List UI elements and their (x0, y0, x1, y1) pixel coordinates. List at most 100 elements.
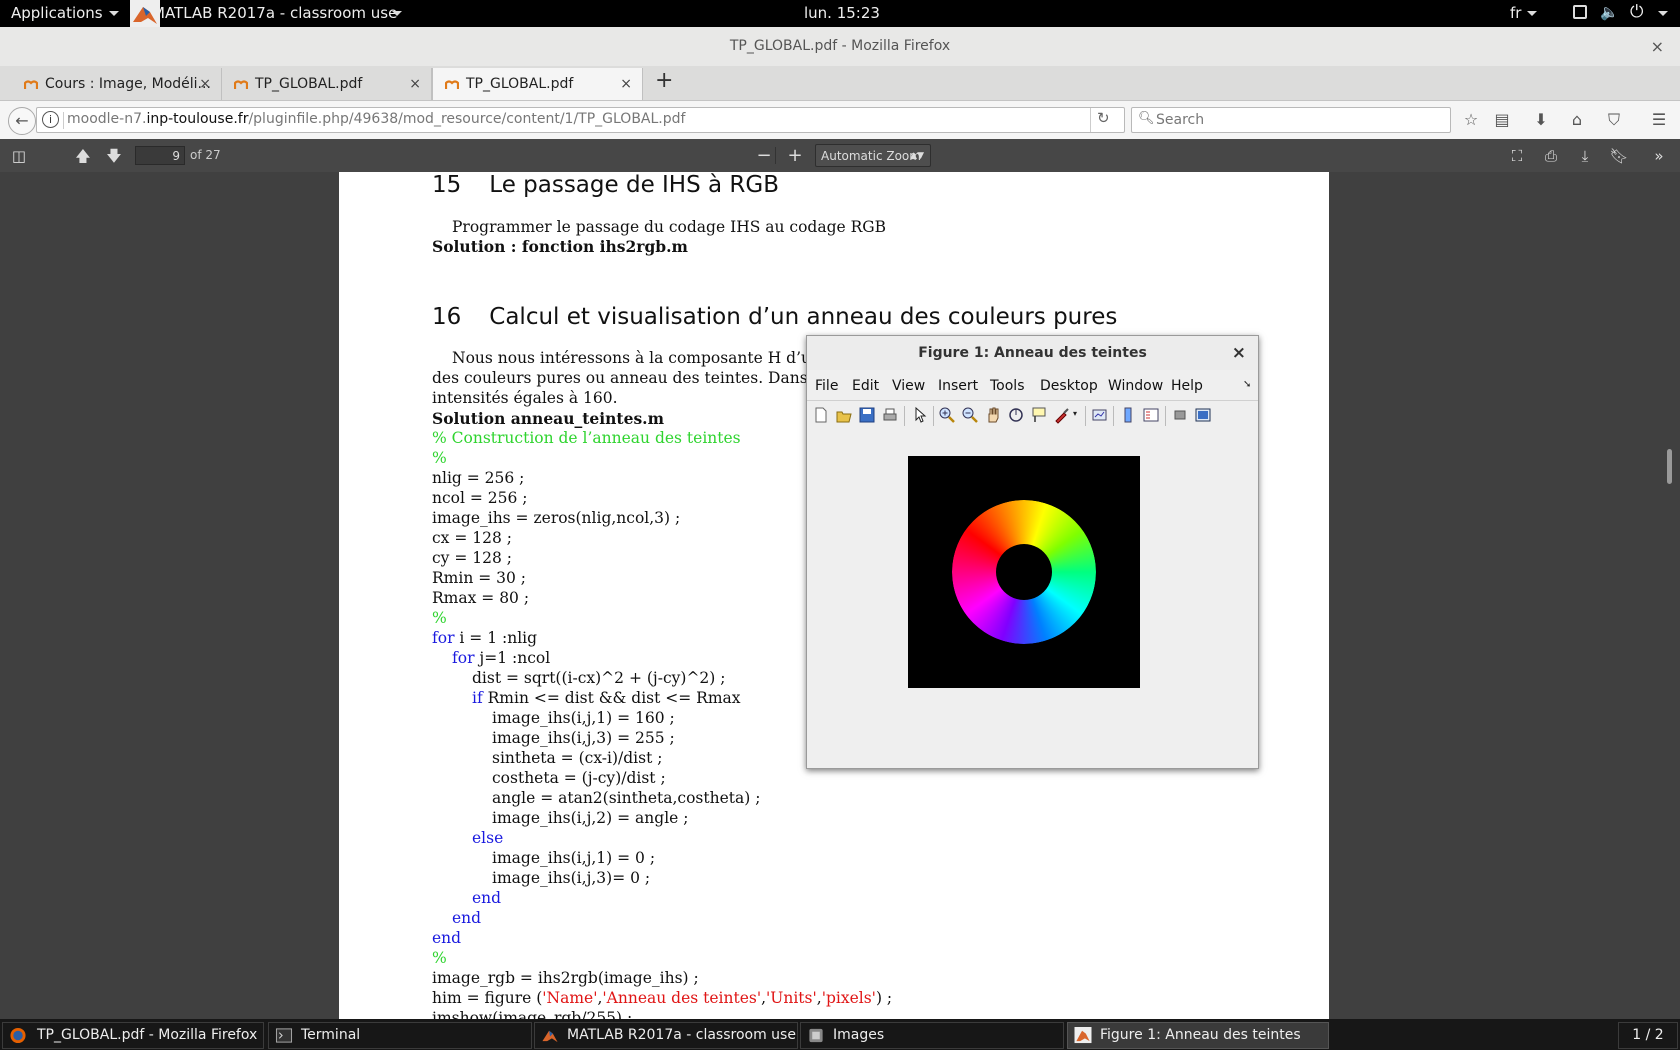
clock[interactable]: lun. 15:23 (804, 4, 880, 22)
new-tab-button[interactable]: + (655, 68, 673, 93)
page-number-input[interactable]: 9 (135, 146, 185, 165)
section-15-heading: 15 Le passage de IHS à RGB (432, 172, 779, 198)
hamburger-menu-icon[interactable]: ☰ (1648, 109, 1670, 131)
zoom-out-icon[interactable] (961, 406, 979, 424)
firefox-icon (10, 1027, 26, 1044)
top-panel: Applications MATLAB R2017a - classroom u… (0, 0, 1680, 27)
chevron-down-icon[interactable]: ▾ (1073, 409, 1077, 418)
task-matlab[interactable]: MATLAB R2017a - classroom use (534, 1022, 798, 1049)
reload-icon[interactable]: ↻ (1097, 109, 1110, 127)
bookmark-star-icon[interactable]: ☆ (1460, 109, 1482, 131)
chevron-down-icon[interactable] (1658, 11, 1668, 16)
select-arrows-icon: ▲▼ (910, 151, 924, 161)
language-menu[interactable]: fr (1510, 4, 1538, 22)
menu-tools[interactable]: Tools (990, 378, 1025, 394)
link-plot-icon[interactable] (1091, 406, 1109, 424)
power-icon[interactable]: ⏻ (1630, 2, 1643, 22)
tab-tp-global-2[interactable]: TP_GLOBAL.pdf × (432, 68, 643, 100)
hide-plot-tools-icon[interactable] (1171, 406, 1189, 424)
figure-close-button[interactable]: × (1232, 336, 1246, 370)
task-images[interactable]: Images (800, 1022, 1064, 1049)
volume-icon[interactable]: 🔈 (1600, 3, 1619, 21)
tab-close-icon[interactable]: × (620, 68, 632, 100)
task-label: Terminal (301, 1027, 361, 1043)
code-keyword: if (472, 689, 483, 707)
info-icon[interactable]: i (42, 111, 59, 128)
code-line: him = figure ('Name','Anneau des teintes… (432, 989, 892, 1007)
code-keyword: for (432, 629, 455, 647)
menu-edit[interactable]: Edit (852, 378, 879, 394)
code-line: image_ihs(i,j,1) = 0 ; (492, 849, 656, 867)
code-line: image_ihs(i,j,2) = angle ; (492, 809, 689, 827)
dock-arrow-icon[interactable]: ➘ (1243, 379, 1251, 390)
back-arrow-icon[interactable]: ← (8, 107, 36, 135)
pan-hand-icon[interactable] (984, 406, 1002, 424)
image-axes[interactable] (908, 456, 1140, 688)
tab-label: TP_GLOBAL.pdf (255, 76, 363, 92)
print-icon[interactable] (881, 406, 899, 424)
menu-file[interactable]: File (815, 378, 838, 394)
tab-cours[interactable]: Cours : Image, Modéli... × (12, 68, 222, 100)
scrollbar-thumb[interactable] (1667, 449, 1672, 484)
presentation-mode-icon[interactable]: ⛶ (1506, 145, 1528, 167)
open-file-icon[interactable] (835, 406, 853, 424)
data-cursor-icon[interactable] (1030, 406, 1048, 424)
rotate-3d-icon[interactable] (1007, 406, 1025, 424)
menu-view[interactable]: View (892, 378, 925, 394)
menu-insert[interactable]: Insert (938, 378, 978, 394)
legend-icon[interactable] (1142, 406, 1160, 424)
code-line: Rmax = 80 ; (432, 589, 530, 607)
tools-chevron-icon[interactable]: » (1648, 145, 1670, 167)
window-titlebar[interactable]: TP_GLOBAL.pdf - Mozilla Firefox × (0, 27, 1680, 66)
tab-close-icon[interactable]: × (409, 68, 421, 100)
show-plot-tools-icon[interactable] (1194, 406, 1212, 424)
pointer-icon[interactable] (911, 406, 929, 424)
task-figure[interactable]: Figure 1: Anneau des teintes (1067, 1022, 1329, 1049)
window-close-button[interactable]: × (1651, 27, 1664, 66)
zoom-in-button[interactable]: + (784, 145, 806, 167)
workspace-switcher[interactable]: 1 / 2 (1618, 1022, 1678, 1049)
applications-menu[interactable]: Applications (11, 4, 119, 22)
pocket-icon[interactable]: ⛉ (1603, 109, 1625, 131)
task-terminal[interactable]: Terminal (268, 1022, 532, 1049)
previous-page-icon[interactable]: 🡅 (72, 145, 94, 167)
code-comment: % Construction de l’anneau des teintes (432, 429, 741, 447)
print-icon[interactable]: ⎙ (1540, 145, 1562, 167)
colorbar-icon[interactable] (1119, 406, 1137, 424)
brush-icon[interactable] (1053, 406, 1071, 424)
bookmark-icon[interactable]: 🔖︎ (1608, 145, 1630, 167)
task-firefox[interactable]: TP_GLOBAL.pdf - Mozilla Firefox (2, 1022, 264, 1049)
tab-tp-global-1[interactable]: TP_GLOBAL.pdf × (222, 68, 432, 100)
reading-list-icon[interactable]: ▤ (1491, 109, 1513, 131)
zoom-select[interactable]: Automatic Zoom ▲▼ (815, 144, 931, 167)
menu-window[interactable]: Window (1108, 378, 1163, 394)
tab-label: TP_GLOBAL.pdf (466, 76, 574, 92)
menu-desktop[interactable]: Desktop (1040, 378, 1098, 394)
search-icon: 🔍︎ (1138, 111, 1155, 126)
chevron-down-icon[interactable] (392, 11, 402, 16)
separator (1113, 406, 1114, 426)
menu-help[interactable]: Help (1171, 378, 1203, 394)
download-icon[interactable]: ⤓ (1574, 145, 1596, 167)
home-icon[interactable]: ⌂ (1566, 109, 1588, 131)
workspace-label: 1 / 2 (1632, 1027, 1664, 1043)
next-page-icon[interactable]: 🡇 (103, 145, 125, 167)
url-domain: inp-toulouse.fr (146, 111, 249, 127)
screen-icon[interactable] (1573, 5, 1587, 19)
url-bar[interactable]: i moodle-n7.inp-toulouse.fr/pluginfile.p… (36, 107, 1125, 133)
new-figure-icon[interactable] (812, 406, 830, 424)
tab-close-icon[interactable]: × (199, 68, 211, 100)
code-comment: % (432, 609, 447, 627)
save-icon[interactable] (858, 406, 876, 424)
code-line: image_ihs(i,j,3)= 0 ; (492, 869, 651, 887)
terminal-icon (275, 1028, 293, 1043)
search-box[interactable]: 🔍︎ Search (1131, 107, 1451, 133)
zoom-out-button[interactable]: − (753, 145, 775, 167)
zoom-in-icon[interactable] (938, 406, 956, 424)
download-icon[interactable]: ⬇ (1530, 109, 1552, 131)
figure-titlebar[interactable]: Figure 1: Anneau des teintes × (807, 336, 1258, 370)
search-placeholder: Search (1156, 112, 1205, 128)
sidebar-toggle-icon[interactable]: ◫ (8, 145, 30, 167)
image-background (908, 456, 1140, 688)
applications-label: Applications (11, 4, 103, 22)
